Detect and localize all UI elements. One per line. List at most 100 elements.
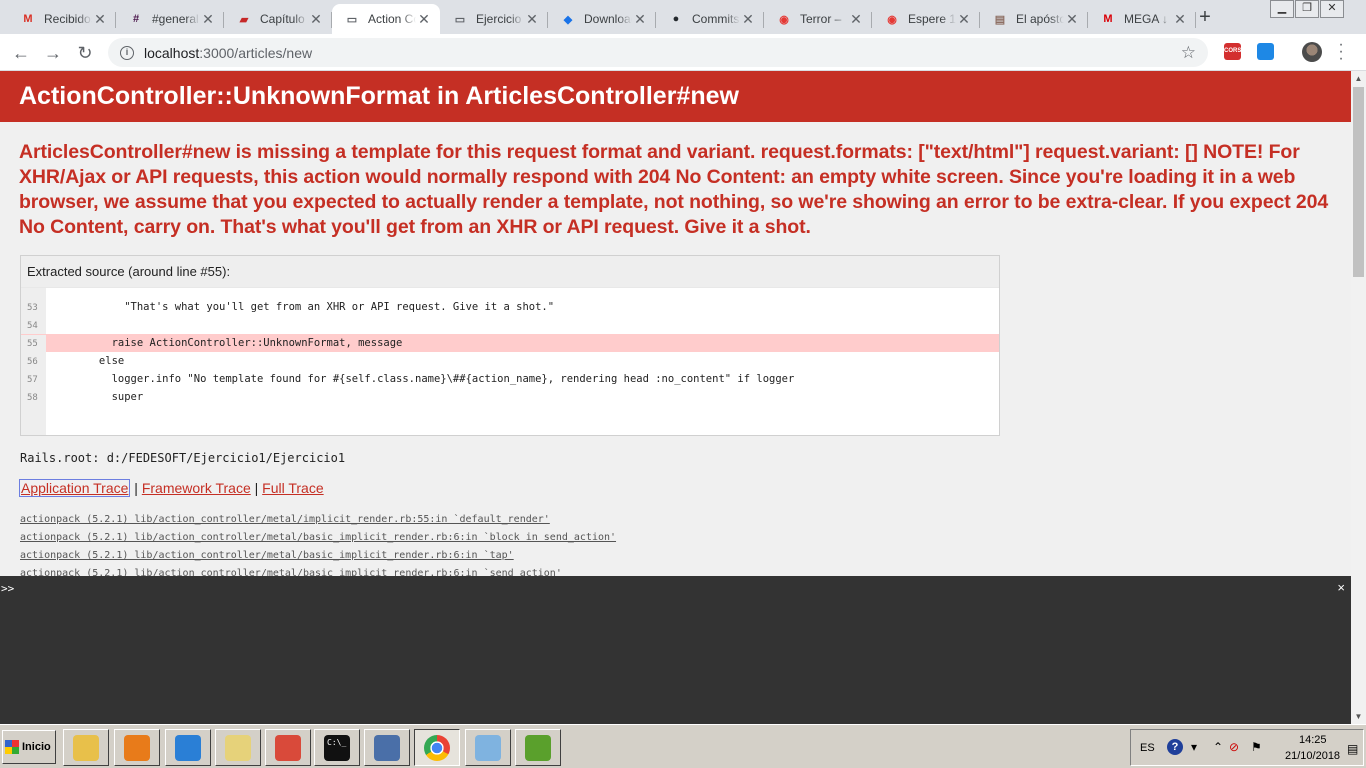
taskbar-app-button[interactable]	[215, 729, 261, 766]
avatar[interactable]	[1302, 42, 1322, 62]
help-icon[interactable]: ?	[1167, 739, 1183, 755]
tab-close-icon[interactable]: ✕	[524, 11, 540, 28]
browser-tab[interactable]: ● Commits ✕	[656, 4, 764, 34]
trace-entry-link[interactable]: actionpack (5.2.1) lib/action_controller…	[20, 547, 616, 565]
network-icon[interactable]: ▤	[1347, 742, 1358, 756]
application-trace-link[interactable]: Application Trace	[19, 479, 131, 497]
line-number: 53	[27, 303, 38, 313]
tab-title: Terror –	[800, 12, 842, 26]
browser-tab[interactable]: ▭ Ejercicio ✕	[440, 4, 548, 34]
web-console[interactable]: >> ×	[0, 576, 1351, 724]
page-scrollbar[interactable]: ▲ ▼	[1351, 71, 1366, 724]
browser-toolbar: ← → ↻ i localhost:3000/articles/new ☆ CO…	[0, 34, 1366, 71]
error-message: ArticlesController#new is missing a temp…	[19, 141, 1329, 238]
source-line: 53 "That's what you'll get from an XHR o…	[21, 298, 999, 316]
tab-title: Ejercicio	[476, 12, 522, 26]
tab-close-icon[interactable]: ✕	[632, 11, 648, 28]
taskbar-app-button[interactable]: C:\_	[314, 729, 360, 766]
source-line-highlighted: 55 raise ActionController::UnknownFormat…	[21, 334, 999, 353]
line-number: 57	[27, 375, 38, 385]
browser-tab[interactable]: ▰ Capítulo ✕	[224, 4, 332, 34]
console-prompt[interactable]: >>	[1, 582, 14, 595]
taskbar-app-button[interactable]	[63, 729, 109, 766]
line-code: super	[61, 391, 144, 403]
clock-date[interactable]: 21/10/2018	[1285, 750, 1340, 762]
page-icon: ▭	[346, 13, 358, 26]
address-bar[interactable]: i localhost:3000/articles/new ☆	[108, 38, 1208, 67]
taskbar-app-button[interactable]	[114, 729, 160, 766]
taskbar: Inicio ES ? ▾ ⌃ ⊘ ⚑ 14:25 21/10/2018 ▤ C…	[0, 724, 1366, 768]
browser-tab[interactable]: ▭ Action Controller✕	[332, 4, 440, 34]
browser-tab[interactable]: # #general ✕	[116, 4, 224, 34]
extension-icon[interactable]	[1257, 43, 1274, 60]
browser-tab[interactable]: M MEGA ↓ ✕	[1088, 4, 1196, 34]
clipboard-icon: ▤	[994, 13, 1006, 26]
tab-title: MEGA ↓	[1124, 12, 1169, 26]
tab-title: Recibidos	[44, 12, 92, 26]
source-line: 57 logger.info "No template found for #{…	[21, 370, 999, 388]
line-number: 56	[27, 357, 38, 367]
tab-close-icon[interactable]: ✕	[200, 11, 216, 28]
url-path: :3000/articles/new	[199, 44, 313, 61]
trace-list: actionpack (5.2.1) lib/action_controller…	[20, 511, 616, 576]
tab-close-icon[interactable]: ✕	[740, 11, 756, 28]
new-tab-button[interactable]: +	[1194, 6, 1216, 28]
taskbar-app-button[interactable]	[414, 729, 460, 766]
tab-close-icon[interactable]: ✕	[848, 11, 864, 28]
site-info-icon[interactable]: i	[120, 45, 134, 60]
page-icon: ▭	[454, 13, 466, 26]
taskbar-app-button[interactable]	[165, 729, 211, 766]
tab-title: #general	[152, 12, 199, 26]
browser-tab[interactable]: ◉ Terror – ✕	[764, 4, 872, 34]
taskbar-app-button[interactable]	[515, 729, 561, 766]
scroll-down-icon[interactable]: ▼	[1351, 709, 1366, 724]
blocked-icon[interactable]: ⊘	[1229, 740, 1239, 754]
expand-tray-icon[interactable]: ⌃	[1213, 740, 1223, 754]
taskbar-app-button[interactable]	[465, 729, 511, 766]
reload-button[interactable]: ↻	[72, 40, 98, 66]
taskbar-app-button[interactable]	[364, 729, 410, 766]
tab-close-icon[interactable]: ✕	[308, 11, 324, 28]
tab-close-icon[interactable]: ✕	[956, 11, 972, 28]
forward-button[interactable]: →	[40, 40, 66, 66]
cors-extension-icon[interactable]: CORS	[1224, 43, 1241, 60]
full-trace-link[interactable]: Full Trace	[262, 480, 323, 496]
back-button[interactable]: ←	[8, 40, 34, 66]
menu-icon[interactable]: · · ·	[1336, 37, 1346, 67]
browser-tab[interactable]: ◉ Espere 1 ✕	[872, 4, 980, 34]
browser-tab[interactable]: ▤ El apóstol ✕	[980, 4, 1088, 34]
media-player-icon	[124, 734, 150, 761]
close-window-button[interactable]: ✕	[1320, 0, 1344, 18]
tab-close-icon[interactable]: ✕	[1064, 11, 1080, 28]
clock-time[interactable]: 14:25	[1299, 734, 1327, 746]
youtube-icon: ◉	[887, 13, 897, 26]
flag-icon[interactable]: ⚑	[1251, 740, 1262, 754]
browser-tab[interactable]: ◆ Download✕	[548, 4, 656, 34]
tab-close-icon[interactable]: ✕	[1172, 11, 1188, 28]
trace-entry-link[interactable]: actionpack (5.2.1) lib/action_controller…	[20, 565, 616, 576]
file-explorer-icon	[73, 734, 99, 761]
minimize-button[interactable]: ▁	[1270, 0, 1294, 18]
console-close-icon[interactable]: ×	[1337, 580, 1345, 595]
app-icon	[275, 734, 301, 761]
tab-close-icon[interactable]: ✕	[416, 11, 432, 28]
tab-title: Download	[584, 12, 632, 26]
tab-close-icon[interactable]: ✕	[92, 11, 108, 28]
taskbar-app-button[interactable]	[265, 729, 311, 766]
chrome-icon	[424, 734, 450, 761]
framework-trace-link[interactable]: Framework Trace	[142, 480, 251, 496]
scrollbar-thumb[interactable]	[1353, 87, 1364, 277]
gmail-icon: M	[23, 13, 33, 25]
start-button[interactable]: Inicio	[2, 730, 56, 764]
line-code: raise ActionController::UnknownFormat, m…	[61, 337, 403, 349]
tab-title: Capítulo	[260, 12, 305, 26]
browser-tab[interactable]: M Recibidos ✕	[8, 4, 116, 34]
scroll-up-icon[interactable]: ▲	[1351, 71, 1366, 86]
trace-entry-link[interactable]: actionpack (5.2.1) lib/action_controller…	[20, 511, 616, 529]
language-indicator[interactable]: ES	[1140, 742, 1155, 754]
tray-arrow-icon[interactable]: ▾	[1191, 740, 1197, 754]
trace-entry-link[interactable]: actionpack (5.2.1) lib/action_controller…	[20, 529, 616, 547]
restore-button[interactable]: ❐	[1295, 0, 1319, 18]
tab-title: Action Controller	[368, 12, 416, 26]
bookmark-star-icon[interactable]: ☆	[1181, 43, 1196, 63]
